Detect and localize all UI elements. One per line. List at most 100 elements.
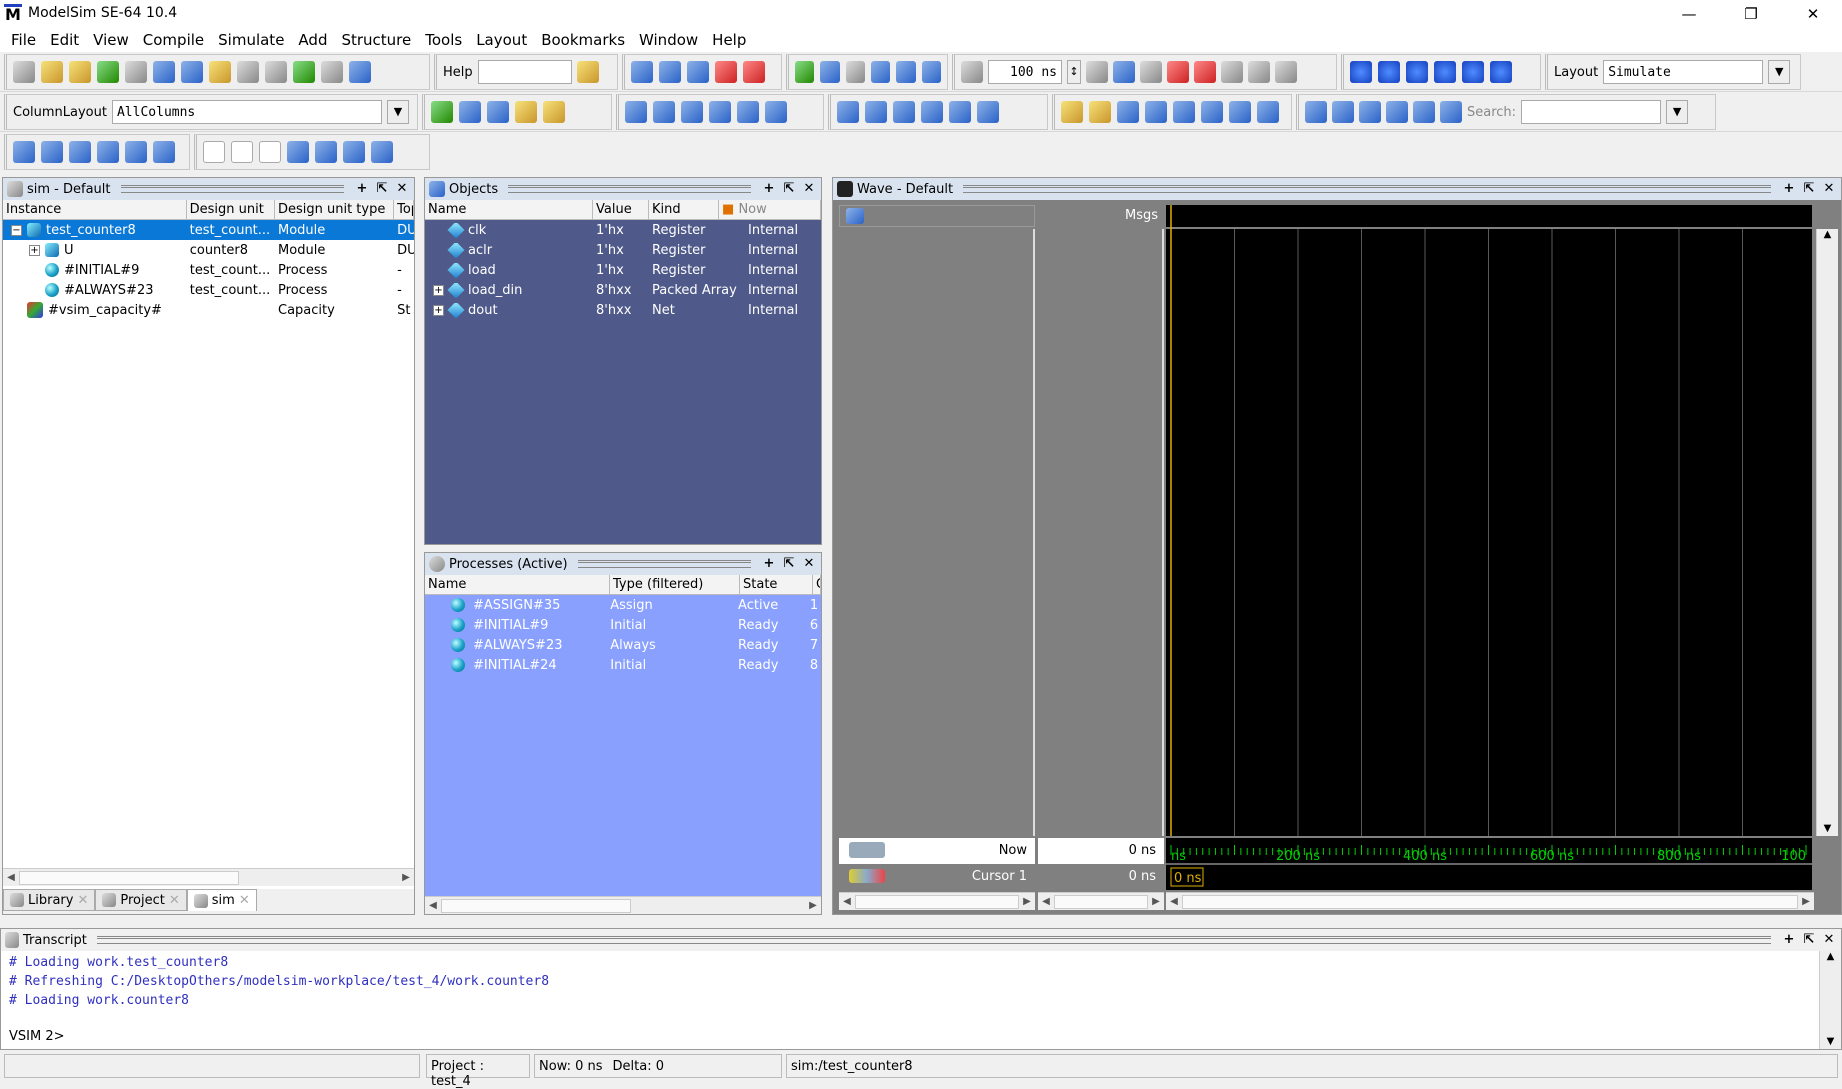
zoom-full-icon[interactable] bbox=[69, 141, 91, 163]
run-length-icon[interactable] bbox=[961, 61, 983, 83]
collapse-icon[interactable]: − bbox=[11, 224, 22, 236]
up-arrow-icon[interactable] bbox=[845, 61, 865, 83]
close-pane-icon[interactable]: ✕ bbox=[394, 181, 410, 197]
transcript-vertical-scrollbar[interactable]: ▲ ▼ bbox=[1819, 951, 1841, 1049]
object-row[interactable]: load 1'hx Register Internal bbox=[425, 260, 821, 280]
tab-project[interactable]: Project ✕ bbox=[95, 889, 187, 911]
pan-mode-icon[interactable] bbox=[893, 101, 915, 123]
dataflow-icon[interactable] bbox=[977, 101, 999, 123]
break-icon[interactable] bbox=[715, 61, 737, 83]
edit-mode-icon[interactable] bbox=[949, 101, 971, 123]
close-pane-icon[interactable]: ✕ bbox=[801, 556, 817, 572]
processes-panel-header[interactable]: Processes (Active) + ⇱ ✕ bbox=[425, 553, 821, 575]
close-pane-icon[interactable]: ✕ bbox=[801, 181, 817, 197]
step-over-icon[interactable] bbox=[1378, 61, 1400, 83]
menu-compile[interactable]: Compile bbox=[136, 28, 211, 52]
menu-window[interactable]: Window bbox=[632, 28, 705, 52]
now-time-selector[interactable]: ■ Now bbox=[719, 200, 821, 219]
maximize-pane-icon[interactable]: + bbox=[1781, 181, 1797, 197]
column-order[interactable]: Order bbox=[813, 575, 821, 594]
values-horizontal-scrollbar[interactable]: ◀ ▶ bbox=[1038, 892, 1164, 910]
undock-icon[interactable]: ⇱ bbox=[1801, 181, 1817, 197]
waveform-canvas[interactable]: ns 200 ns 400 ns 600 ns 800 ns 100 0 ns bbox=[1166, 205, 1814, 893]
run-icon[interactable] bbox=[1086, 61, 1108, 83]
sim-tree-row[interactable]: #INITIAL#9 test_count... Process - bbox=[3, 260, 414, 280]
zoom-area-icon[interactable] bbox=[153, 141, 175, 163]
insert-wave-icon[interactable] bbox=[543, 101, 565, 123]
run-all-icon[interactable] bbox=[1140, 61, 1162, 83]
step-into-current-icon[interactable] bbox=[1434, 61, 1456, 83]
panel-drag-handle[interactable] bbox=[577, 560, 751, 568]
menu-file[interactable]: File bbox=[4, 28, 43, 52]
close-button[interactable]: ✕ bbox=[1790, 0, 1836, 28]
profile-p-icon[interactable] bbox=[1221, 61, 1243, 83]
maximize-pane-icon[interactable]: + bbox=[761, 556, 777, 572]
add-icon[interactable] bbox=[293, 61, 315, 83]
break-icon[interactable] bbox=[1167, 61, 1189, 83]
prev-falling-icon[interactable] bbox=[1173, 101, 1195, 123]
cursor-mode-icon[interactable] bbox=[921, 101, 943, 123]
copy-icon[interactable] bbox=[181, 61, 203, 83]
lock-cursor-icon[interactable] bbox=[315, 141, 337, 163]
process-row[interactable]: #INITIAL#24 Initial Ready 8 bbox=[425, 655, 821, 675]
restore-button[interactable]: ❐ bbox=[1728, 0, 1774, 28]
tab-sim[interactable]: sim ✕ bbox=[186, 889, 257, 911]
help-search-icon[interactable] bbox=[576, 61, 599, 83]
add-wave-icon[interactable] bbox=[431, 101, 453, 123]
delete-cursor-icon[interactable] bbox=[1089, 101, 1111, 123]
cursor-tools-icon[interactable] bbox=[849, 842, 885, 858]
menu-help[interactable]: Help bbox=[705, 28, 753, 52]
next-falling-icon[interactable] bbox=[1201, 101, 1223, 123]
prev-rising-icon[interactable] bbox=[1229, 101, 1251, 123]
undock-icon[interactable]: ⇱ bbox=[374, 181, 390, 197]
step-over-current-icon[interactable] bbox=[1462, 61, 1484, 83]
save-icon[interactable] bbox=[69, 61, 91, 83]
redo-icon[interactable] bbox=[265, 61, 287, 83]
filter-clear-icon[interactable] bbox=[765, 101, 787, 123]
processes-horizontal-scrollbar[interactable]: ◀ ▶ bbox=[425, 896, 821, 914]
panel-drag-handle[interactable] bbox=[963, 185, 1771, 193]
object-row[interactable]: clk 1'hx Register Internal bbox=[425, 220, 821, 240]
stop-icon[interactable] bbox=[1194, 61, 1216, 83]
command-prompt[interactable]: VSIM 2> bbox=[9, 1027, 1833, 1046]
column-layout-dropdown-icon[interactable]: ▼ bbox=[386, 100, 409, 124]
tab-library[interactable]: Library ✕ bbox=[3, 889, 96, 911]
close-tab-icon[interactable]: ✕ bbox=[169, 893, 180, 908]
column-layout-select[interactable] bbox=[111, 100, 382, 124]
search-options-icon[interactable] bbox=[1440, 101, 1462, 123]
menu-add[interactable]: Add bbox=[291, 28, 334, 52]
transcript-header[interactable]: Transcript + ⇱ ✕ bbox=[1, 929, 1841, 951]
undock-icon[interactable]: ⇱ bbox=[781, 556, 797, 572]
undock-icon[interactable]: ⇱ bbox=[1801, 932, 1817, 948]
wave-search-input[interactable] bbox=[1521, 100, 1662, 124]
close-tab-icon[interactable]: ✕ bbox=[77, 893, 88, 908]
zoom-out-icon[interactable] bbox=[41, 141, 63, 163]
run-length-spinner[interactable]: ↕ bbox=[1067, 60, 1081, 84]
panel-drag-handle[interactable] bbox=[508, 185, 751, 193]
next-rising-icon[interactable] bbox=[1257, 101, 1279, 123]
close-pane-icon[interactable]: ✕ bbox=[1821, 932, 1837, 948]
insert-cursor-icon[interactable] bbox=[1061, 101, 1083, 123]
step-out-icon[interactable] bbox=[1406, 61, 1428, 83]
menu-edit[interactable]: Edit bbox=[43, 28, 86, 52]
find-icon[interactable] bbox=[321, 61, 343, 83]
wave-vertical-scrollbar[interactable]: ▲ ▼ bbox=[1816, 229, 1838, 836]
maximize-pane-icon[interactable]: + bbox=[761, 181, 777, 197]
menu-simulate[interactable]: Simulate bbox=[211, 28, 291, 52]
panel-drag-handle[interactable] bbox=[120, 185, 344, 193]
expand-icon[interactable] bbox=[1305, 101, 1327, 123]
collapse-icon[interactable] bbox=[349, 61, 371, 83]
undock-icon[interactable]: ⇱ bbox=[781, 181, 797, 197]
remove-wave-icon[interactable] bbox=[459, 101, 481, 123]
column-kind[interactable]: Kind bbox=[649, 200, 719, 219]
undo-icon[interactable] bbox=[237, 61, 259, 83]
wave-options-icon[interactable] bbox=[846, 208, 864, 224]
sim-panel-header[interactable]: sim - Default + ⇱ ✕ bbox=[3, 178, 414, 200]
menu-tools[interactable]: Tools bbox=[418, 28, 469, 52]
next-edge-icon[interactable] bbox=[1145, 101, 1167, 123]
zoom-in-icon[interactable] bbox=[13, 141, 35, 163]
transcript-output[interactable]: # Loading work.test_counter8 # Refreshin… bbox=[1, 951, 1841, 1048]
filter-output-icon[interactable] bbox=[653, 101, 675, 123]
reload-icon[interactable] bbox=[97, 61, 119, 83]
objects-panel-header[interactable]: Objects + ⇱ ✕ bbox=[425, 178, 821, 200]
